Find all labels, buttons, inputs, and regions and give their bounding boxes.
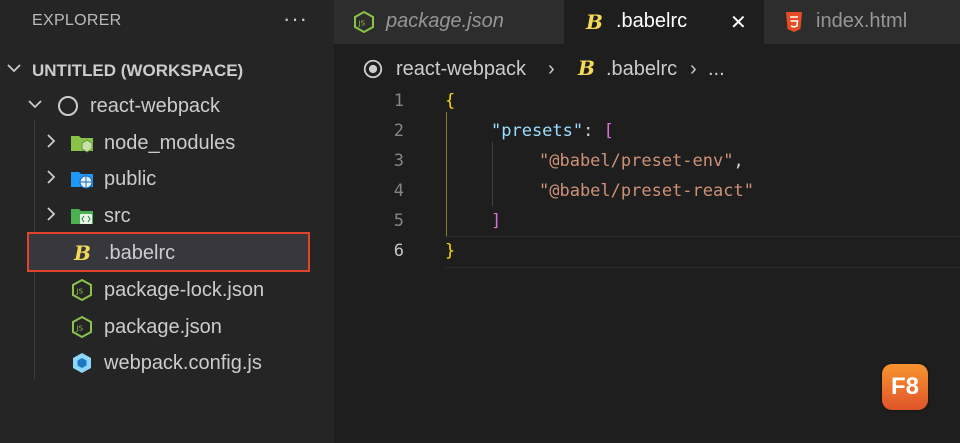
close-brace: } <box>445 241 456 261</box>
tree-item-label: src <box>104 205 131 227</box>
repo-circle-icon <box>363 59 383 79</box>
code-line-3: "@babel/preset-env", <box>539 151 744 171</box>
html5-icon <box>786 12 802 32</box>
tab-bar: JS package.json B .babelrc ✕ index.html <box>334 0 960 44</box>
close-icon[interactable]: ✕ <box>730 10 747 35</box>
svg-text:B: B <box>585 10 603 34</box>
svg-text:B: B <box>577 56 595 80</box>
svg-text:JS: JS <box>76 288 84 296</box>
public-folder-icon <box>71 172 93 189</box>
node-folder-icon <box>71 136 93 153</box>
tab-label: .babelrc <box>616 10 688 32</box>
workspace-row[interactable]: UNTITLED (WORKSPACE) <box>0 51 334 88</box>
tree-item-label: node_modules <box>104 132 236 154</box>
tree-item-node-modules[interactable]: node_modules <box>0 124 334 161</box>
json-string: "@babel/preset-react" <box>539 181 754 201</box>
tree-item-src[interactable]: src <box>0 197 334 234</box>
line-number: 6 <box>393 241 404 261</box>
node-js-icon: JS <box>72 278 92 302</box>
svg-text:JS: JS <box>358 20 366 28</box>
tab-label: package.json <box>386 10 504 32</box>
breadcrumb-file[interactable]: .babelrc <box>606 58 677 81</box>
code-line-2: "presets": [ <box>491 121 614 141</box>
tab-package-json[interactable]: JS package.json <box>334 0 564 44</box>
close-bracket: ] <box>491 211 502 231</box>
babel-icon: B <box>585 10 603 34</box>
f8-logo-text: F8 <box>890 373 919 400</box>
line-number: 1 <box>393 91 404 111</box>
project-label: react-webpack <box>90 95 221 117</box>
chevron-right-icon <box>47 207 56 221</box>
tab-label: index.html <box>816 10 908 32</box>
line-number: 3 <box>393 151 404 171</box>
current-line-highlight <box>445 236 960 268</box>
code-editor[interactable]: 1 2 3 4 5 6 { "presets": [ "@babel/prese… <box>334 88 960 443</box>
tree-item-label: webpack.config.js <box>104 352 262 374</box>
explorer-title: EXPLORER <box>32 12 122 29</box>
tree-item-label: public <box>104 168 157 190</box>
explorer-header: EXPLORER ··· <box>0 0 334 44</box>
tree-item-public[interactable]: public <box>0 160 334 197</box>
svg-text:JS: JS <box>76 325 84 333</box>
tree-item-label: .babelrc <box>104 242 176 264</box>
code-line-6: } <box>445 241 455 261</box>
indent-guide <box>446 112 447 236</box>
webpack-icon <box>73 353 91 373</box>
tab-index-html[interactable]: index.html <box>764 0 960 44</box>
tree-item-label: package.json <box>104 316 222 338</box>
line-number: 2 <box>393 121 404 141</box>
tree-item-label: package-lock.json <box>104 279 265 301</box>
breadcrumb: react-webpack › B .babelrc › ... <box>334 44 960 88</box>
chevron-right-icon <box>47 134 56 148</box>
breadcrumb-more[interactable]: ... <box>708 58 725 81</box>
tree-item-webpack-config[interactable]: webpack.config.js <box>0 344 334 381</box>
f8-logo: F8 <box>882 364 928 410</box>
workspace-label: UNTITLED (WORKSPACE) <box>32 61 244 80</box>
line-number: 4 <box>393 181 404 201</box>
node-js-icon: JS <box>72 315 92 339</box>
line-number: 5 <box>393 211 404 231</box>
node-js-icon: JS <box>354 10 374 34</box>
repo-circle-icon <box>58 96 78 116</box>
comma: , <box>733 151 744 171</box>
explorer-sidebar: EXPLORER ··· UNTITLED (WORKSPACE) react-… <box>0 0 334 443</box>
tree-item-package-json[interactable]: JS package.json <box>0 308 334 345</box>
code-line-1: { <box>445 91 455 111</box>
json-key: "presets" <box>491 121 584 141</box>
chevron-down-icon <box>28 100 42 109</box>
code-line-4: "@babel/preset-react" <box>539 181 754 201</box>
babel-icon: B <box>73 241 91 265</box>
svg-text:B: B <box>73 241 91 265</box>
babel-icon: B <box>577 56 595 80</box>
breadcrumb-separator: › <box>690 58 697 80</box>
tree-item-babelrc[interactable]: B .babelrc <box>27 232 310 272</box>
open-brace: { <box>445 91 456 111</box>
chevron-down-icon <box>7 64 21 73</box>
code-line-5: ] <box>491 211 501 231</box>
json-string: "@babel/preset-env" <box>539 151 734 171</box>
breadcrumb-folder[interactable]: react-webpack <box>396 58 526 81</box>
colon: : <box>583 121 604 141</box>
open-bracket: [ <box>603 121 614 141</box>
indent-guide <box>492 142 493 206</box>
breadcrumb-separator: › <box>548 58 555 80</box>
more-actions-icon[interactable]: ··· <box>283 6 308 32</box>
tab-babelrc[interactable]: B .babelrc ✕ <box>564 0 764 44</box>
chevron-right-icon <box>47 170 56 184</box>
src-folder-icon <box>71 209 93 224</box>
tree-item-package-lock[interactable]: JS package-lock.json <box>0 271 334 308</box>
project-folder-row[interactable]: react-webpack <box>0 87 334 124</box>
